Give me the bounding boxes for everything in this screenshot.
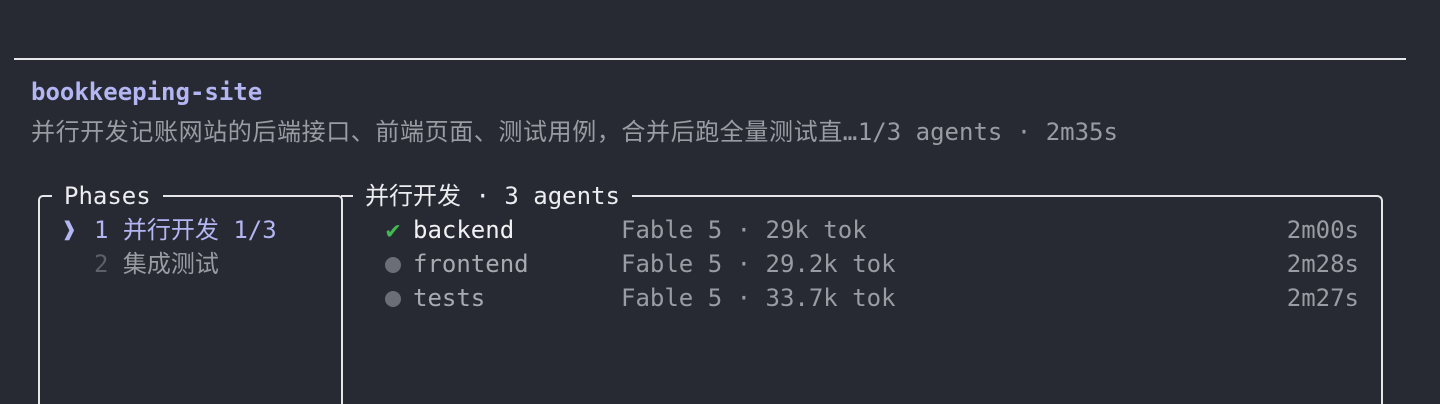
phase-label: 并行开发	[122, 216, 219, 244]
phase-number: 1	[94, 216, 109, 244]
agent-duration: 2m00s	[1286, 216, 1359, 244]
pending-dot-icon	[381, 247, 405, 281]
workflow-status: 1/3 agents · 2m35s	[857, 118, 1118, 146]
check-icon: ✔	[385, 216, 401, 244]
phase-label: 集成测试	[122, 250, 219, 278]
agent-model-tokens: Fable 5 · 33.7k tok	[621, 284, 896, 312]
agents-panel: 并行开发 · 3 agents ✔ backend Fable 5 · 29k …	[341, 180, 1383, 404]
agent-name: tests	[413, 284, 486, 312]
phase-progress: 1/3	[233, 216, 277, 244]
chevron-right-icon: ❱	[62, 216, 77, 244]
workflow-description: 并行开发记账网站的后端接口、前端页面、测试用例，合并后跑全量测试直…	[31, 118, 858, 146]
phase-item-parallel-dev[interactable]: ❱ 1 并行开发 1/3	[62, 213, 277, 247]
phases-panel: Phases ❱ 1 并行开发 1/3 2 集成测试	[38, 180, 343, 404]
pending-dot-icon	[381, 281, 405, 315]
agent-name: frontend	[413, 250, 529, 278]
agent-duration: 2m28s	[1286, 250, 1359, 278]
agent-row-tests[interactable]: tests Fable 5 · 33.7k tok 2m27s	[381, 281, 1359, 315]
workflow-title: bookkeeping-site	[31, 78, 263, 106]
header-divider	[14, 58, 1406, 60]
agents-panel-title: 并行开发 · 3 agents	[353, 180, 632, 212]
agent-model-tokens: Fable 5 · 29k tok	[621, 216, 867, 244]
agent-model-tokens: Fable 5 · 29.2k tok	[621, 250, 896, 278]
agent-name: backend	[413, 216, 515, 244]
phase-item-integration-test[interactable]: 2 集成测试	[62, 247, 219, 281]
phases-panel-title: Phases	[52, 180, 163, 212]
workflow-summary: 并行开发记账网站的后端接口、前端页面、测试用例，合并后跑全量测试直…1/3 ag…	[31, 112, 1118, 147]
agent-row-frontend[interactable]: frontend Fable 5 · 29.2k tok 2m28s	[381, 247, 1359, 281]
agent-row-backend[interactable]: ✔ backend Fable 5 · 29k tok 2m00s	[381, 213, 1359, 247]
agent-duration: 2m27s	[1286, 284, 1359, 312]
phase-number: 2	[94, 250, 109, 278]
